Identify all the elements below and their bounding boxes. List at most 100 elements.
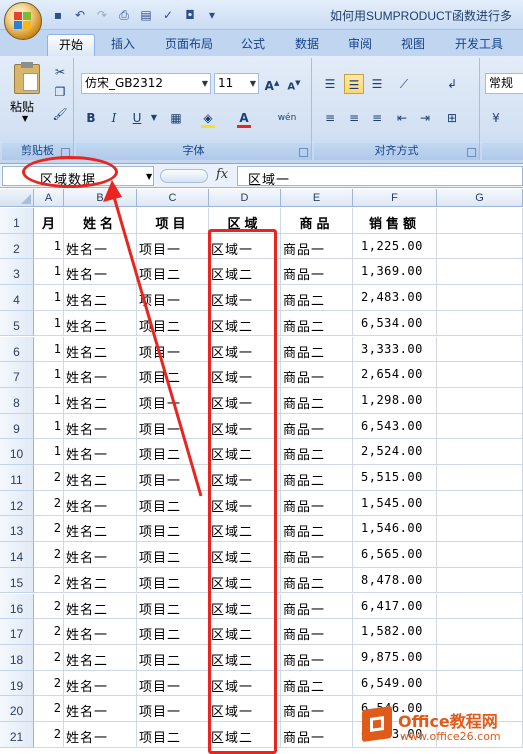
column-header-c[interactable]: C: [137, 189, 209, 207]
table-cell[interactable]: 商品一: [281, 233, 353, 260]
table-cell[interactable]: 2: [34, 644, 64, 671]
row-header[interactable]: 21: [0, 722, 34, 748]
table-cell[interactable]: 项目二: [137, 619, 209, 645]
table-cell[interactable]: 商品二: [281, 336, 353, 363]
table-cell[interactable]: 姓名二: [64, 644, 137, 671]
row-header[interactable]: 8: [0, 387, 34, 414]
table-cell[interactable]: 1: [34, 310, 64, 337]
column-header-a[interactable]: A: [34, 189, 64, 207]
table-cell[interactable]: 项目二: [137, 516, 209, 543]
phonetic-guide-icon[interactable]: wén: [272, 108, 302, 128]
table-cell[interactable]: 商品二: [281, 465, 353, 491]
table-cell[interactable]: 项目二: [137, 259, 209, 286]
table-cell[interactable]: [437, 387, 523, 414]
table-cell[interactable]: [437, 516, 523, 543]
row-header[interactable]: 2: [0, 233, 34, 260]
office-button[interactable]: [4, 2, 42, 40]
save-icon[interactable]: ▪: [50, 7, 66, 23]
table-cell[interactable]: 姓名一: [64, 722, 137, 748]
table-cell[interactable]: 项目一: [137, 696, 209, 722]
align-center-icon[interactable]: ≡: [344, 108, 364, 128]
table-cell[interactable]: 商品一: [281, 696, 353, 722]
table-cell[interactable]: 姓名一: [64, 233, 137, 260]
table-cell[interactable]: [437, 233, 523, 260]
table-cell[interactable]: [437, 670, 523, 697]
table-cell[interactable]: 商品一: [281, 542, 353, 568]
table-cell[interactable]: 项目一: [137, 285, 209, 311]
row-header[interactable]: 12: [0, 490, 34, 517]
table-cell[interactable]: 3,333.00: [353, 336, 437, 363]
table-cell[interactable]: 姓名二: [64, 516, 137, 543]
formula-input[interactable]: 区域一: [237, 166, 523, 188]
table-cell[interactable]: 商品二: [281, 387, 353, 414]
customize-qat-icon[interactable]: ▾: [204, 7, 220, 23]
row-header[interactable]: 6: [0, 336, 34, 363]
tab-view[interactable]: 视图: [393, 34, 433, 56]
table-cell[interactable]: 姓名一: [64, 542, 137, 568]
table-cell[interactable]: 1,298.00: [353, 387, 437, 414]
formula-bar-splitter[interactable]: [160, 169, 208, 183]
table-cell[interactable]: [437, 259, 523, 286]
table-cell[interactable]: 姓名一: [64, 490, 137, 517]
table-cell[interactable]: 2: [34, 465, 64, 491]
table-cell[interactable]: 8,478.00: [353, 567, 437, 594]
table-cell[interactable]: 2: [34, 593, 64, 620]
table-cell[interactable]: 姓名一: [64, 413, 137, 440]
column-header-b[interactable]: B: [64, 189, 137, 207]
table-cell[interactable]: 项目二: [137, 490, 209, 517]
table-cell[interactable]: 商品二: [281, 285, 353, 311]
table-cell[interactable]: 姓名一: [64, 439, 137, 465]
table-cell[interactable]: 2: [34, 567, 64, 594]
table-cell[interactable]: 2: [34, 619, 64, 645]
tab-developer[interactable]: 开发工具: [447, 34, 511, 56]
table-cell[interactable]: 1,546.00: [353, 516, 437, 543]
table-cell[interactable]: 6,534.00: [353, 310, 437, 337]
merge-center-icon[interactable]: ⊞: [442, 108, 462, 128]
row-header[interactable]: 10: [0, 439, 34, 465]
decrease-indent-icon[interactable]: ⇤: [392, 108, 412, 128]
column-header-g[interactable]: G: [437, 189, 523, 207]
align-left-icon[interactable]: ≡: [320, 108, 340, 128]
table-cell[interactable]: 2: [34, 516, 64, 543]
table-cell[interactable]: 商品一: [281, 413, 353, 440]
table-cell[interactable]: 商品一: [281, 722, 353, 748]
table-cell[interactable]: 姓名二: [64, 567, 137, 594]
table-cell[interactable]: 项目二: [137, 593, 209, 620]
wrap-text-icon[interactable]: ↲: [442, 74, 462, 94]
table-cell[interactable]: 2: [34, 542, 64, 568]
table-cell[interactable]: 姓名二: [64, 387, 137, 414]
row-header[interactable]: 3: [0, 259, 34, 286]
table-cell[interactable]: [437, 490, 523, 517]
table-cell[interactable]: 1: [34, 413, 64, 440]
select-all-button[interactable]: [0, 189, 34, 207]
table-header-cell[interactable]: 姓名: [64, 208, 137, 234]
row-header[interactable]: 20: [0, 696, 34, 722]
table-cell[interactable]: 姓名一: [64, 259, 137, 286]
cut-icon[interactable]: ✂: [50, 62, 70, 82]
table-cell[interactable]: 项目二: [137, 439, 209, 465]
font-color-icon[interactable]: A: [234, 108, 254, 128]
column-header-e[interactable]: E: [281, 189, 353, 207]
table-cell[interactable]: 商品二: [281, 310, 353, 337]
name-box-dropdown-icon[interactable]: ▼: [146, 172, 153, 181]
table-cell[interactable]: 项目二: [137, 567, 209, 594]
number-format-select[interactable]: 常规: [485, 73, 523, 94]
table-cell[interactable]: 商品二: [281, 670, 353, 697]
table-cell[interactable]: 姓名二: [64, 336, 137, 363]
table-cell[interactable]: 5,515.00: [353, 465, 437, 491]
table-cell[interactable]: 商品一: [281, 593, 353, 620]
tab-home[interactable]: 开始: [47, 34, 95, 56]
table-cell[interactable]: 1: [34, 362, 64, 388]
align-middle-icon[interactable]: ☰: [344, 74, 364, 94]
table-cell[interactable]: 项目二: [137, 644, 209, 671]
table-cell[interactable]: 项目一: [137, 465, 209, 491]
grow-font-icon[interactable]: A▲: [262, 73, 282, 93]
accounting-format-icon[interactable]: ¥: [486, 108, 506, 128]
insert-function-icon[interactable]: fx: [216, 167, 228, 182]
table-header-cell[interactable]: 销售额: [353, 208, 437, 234]
row-header[interactable]: 7: [0, 362, 34, 388]
table-cell[interactable]: [437, 285, 523, 311]
table-cell[interactable]: 姓名一: [64, 362, 137, 388]
table-cell[interactable]: 项目一: [137, 336, 209, 363]
table-cell[interactable]: 1: [34, 233, 64, 260]
